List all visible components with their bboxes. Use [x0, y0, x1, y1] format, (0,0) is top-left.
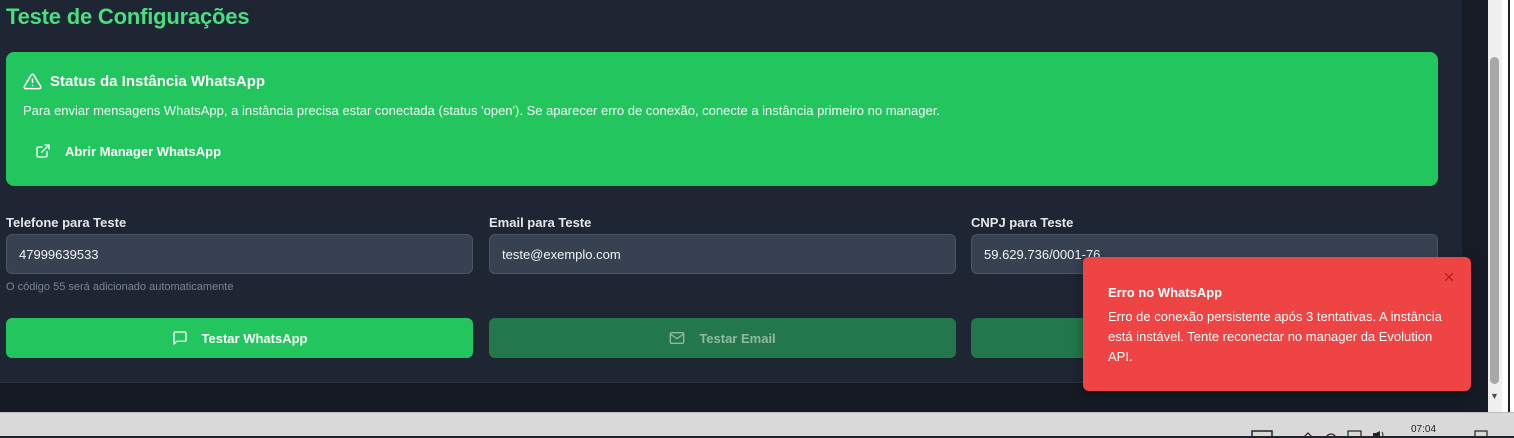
alert-triangle-icon — [23, 72, 42, 91]
open-manager-link-label: Abrir Manager WhatsApp — [65, 143, 222, 159]
message-square-icon — [172, 330, 188, 346]
window-edge — [1502, 0, 1514, 412]
tray-notifications-icon[interactable] — [1474, 430, 1488, 438]
phone-field-hint: O código 55 será adicionado automaticame… — [6, 281, 234, 293]
test-email-button-label: Testar Email — [699, 330, 776, 346]
scroll-down-arrow-icon[interactable]: ▼ — [1490, 391, 1499, 401]
email-field-label: Email para Teste — [489, 215, 592, 230]
tray-battery-icon[interactable] — [1347, 430, 1363, 438]
tray-chevron-up-icon[interactable] — [1303, 430, 1313, 438]
status-card-title: Status da Instância WhatsApp — [50, 73, 266, 90]
tray-network-icon[interactable] — [1325, 430, 1337, 438]
toast-title: Erro no WhatsApp — [1108, 285, 1223, 300]
close-icon — [1443, 270, 1455, 288]
error-toast: Erro no WhatsApp Erro de conexão persist… — [1083, 257, 1471, 391]
test-whatsapp-button-label: Testar WhatsApp — [201, 330, 308, 346]
tray-monitor-icon[interactable] — [1251, 430, 1275, 438]
scrollbar-thumb[interactable] — [1490, 57, 1499, 384]
status-card-header: Status da Instância WhatsApp — [23, 72, 265, 91]
page-title: Teste de Configurações — [6, 4, 250, 29]
external-link-icon — [35, 143, 51, 159]
taskbar-clock[interactable]: 07:04 — [1411, 424, 1436, 435]
open-manager-link[interactable]: Abrir Manager WhatsApp — [23, 136, 233, 166]
whatsapp-status-card: Status da Instância WhatsApp Para enviar… — [6, 52, 1438, 186]
status-card-description: Para enviar mensagens WhatsApp, a instân… — [23, 103, 940, 118]
os-taskbar: 07:04 — [0, 412, 1514, 438]
toast-message: Erro de conexão persistente após 3 tenta… — [1108, 309, 1442, 364]
phone-input[interactable] — [6, 234, 473, 274]
email-input[interactable] — [489, 234, 956, 274]
tray-volume-icon[interactable] — [1372, 430, 1386, 438]
phone-field-label: Telefone para Teste — [6, 215, 127, 230]
cnpj-field-label: CNPJ para Teste — [971, 215, 1074, 230]
toast-close-button[interactable] — [1439, 269, 1459, 289]
test-email-button[interactable]: Testar Email — [489, 318, 956, 358]
test-whatsapp-button[interactable]: Testar WhatsApp — [6, 318, 473, 358]
mail-icon — [669, 330, 685, 346]
